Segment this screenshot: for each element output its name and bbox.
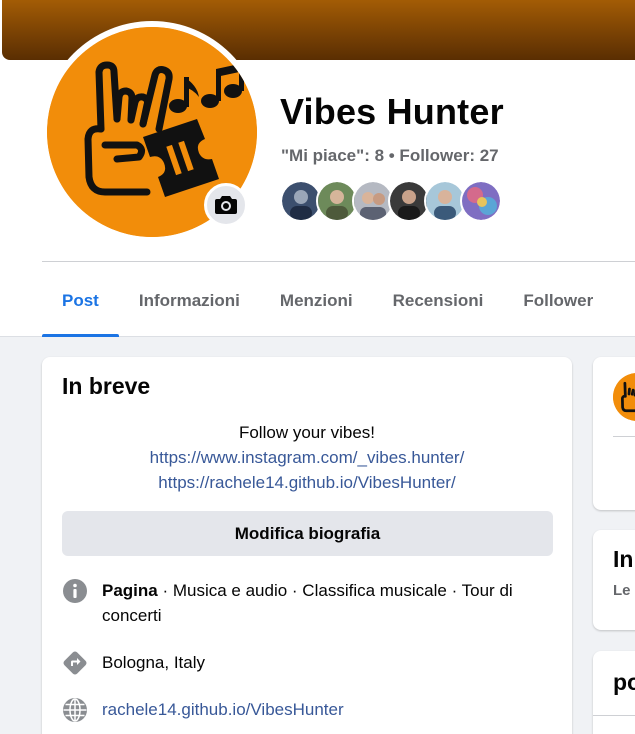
right-card-title: po (613, 669, 635, 695)
card-divider (613, 436, 635, 437)
update-photo-button[interactable] (204, 183, 248, 227)
bio-link-website[interactable]: https://rachele14.github.io/VibesHunter/ (62, 470, 552, 495)
category-list: · Musica e audio · Classifica musicale ·… (102, 581, 513, 625)
right-card-title: In (613, 546, 634, 572)
header-divider (42, 261, 635, 262)
info-website-row: rachele14.github.io/VibesHunter (62, 697, 552, 723)
right-card-subtitle: Le (613, 582, 631, 599)
mini-avatar[interactable] (613, 373, 635, 421)
tab-menzioni[interactable]: Menzioni (260, 264, 373, 337)
right-card-profile (593, 357, 635, 510)
info-category-row: Pagina · Musica e audio · Classifica mus… (62, 578, 552, 628)
tab-follower[interactable]: Follower (503, 264, 613, 337)
intro-title: In breve (62, 373, 151, 399)
card-divider (593, 715, 635, 716)
bio: Follow your vibes! https://www.instagram… (62, 420, 552, 495)
intro-card: In breve Follow your vibes! https://www.… (42, 357, 572, 734)
page-header: Vibes Hunter "Mi piace": 8 • Follower: 2… (0, 0, 635, 337)
bio-link-instagram[interactable]: https://www.instagram.com/_vibes.hunter/ (62, 445, 552, 470)
rock-hand-logo-icon (613, 373, 635, 421)
bio-text: Follow your vibes! (238, 423, 376, 442)
follower-avatars (280, 180, 502, 222)
page-tabs: Post Informazioni Menzioni Recensioni Fo… (42, 264, 613, 337)
website-link[interactable]: rachele14.github.io/VibesHunter (102, 697, 552, 723)
directions-icon (63, 651, 87, 675)
info-location-row: Bologna, Italy (62, 650, 552, 676)
camera-icon (215, 196, 237, 214)
info-icon (63, 579, 87, 603)
category-type: Pagina (102, 581, 158, 600)
right-card-posts: po (593, 651, 635, 734)
location-text: Bologna, Italy (102, 653, 206, 672)
tab-post[interactable]: Post (42, 264, 119, 337)
tab-recensioni[interactable]: Recensioni (373, 264, 504, 337)
right-card-info: In Le (593, 530, 635, 630)
edit-bio-button[interactable]: Modifica biografia (62, 511, 553, 556)
likes-followers-count[interactable]: "Mi piace": 8 • Follower: 27 (281, 146, 499, 166)
globe-icon (63, 698, 87, 722)
follower-avatar[interactable] (460, 180, 502, 222)
category-text: Pagina · Musica e audio · Classifica mus… (102, 578, 552, 628)
tab-informazioni[interactable]: Informazioni (119, 264, 260, 337)
page-title: Vibes Hunter (280, 91, 504, 132)
